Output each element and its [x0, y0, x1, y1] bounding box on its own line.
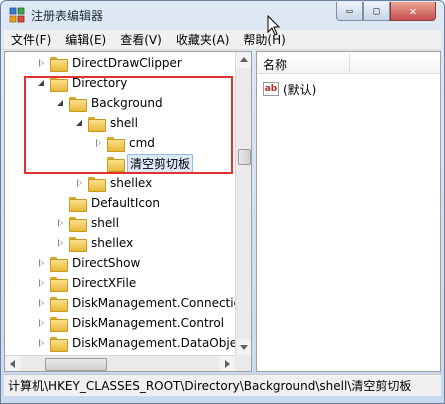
tree-node[interactable]: cmd: [94, 133, 157, 153]
collapsed-arrow-icon[interactable]: [37, 277, 47, 289]
collapsed-arrow-icon[interactable]: [37, 337, 47, 349]
tree-node-label: DirectDrawClipper: [72, 56, 182, 70]
list-header: 名称: [257, 52, 440, 74]
tree-node[interactable]: shell: [75, 113, 140, 133]
scroll-right-icon[interactable]: [219, 356, 235, 371]
tree-node[interactable]: DefaultIcon: [56, 193, 162, 213]
menu-bar: 文件(F) 编辑(E) 查看(V) 收藏夹(A) 帮助(H): [4, 30, 441, 50]
registry-tree-pane[interactable]: DirectDrawClipper Directory Background shel…: [4, 51, 252, 372]
folder-icon: [69, 216, 87, 232]
tree-horizontal-scrollbar[interactable]: [5, 355, 235, 371]
minimize-icon: ▭: [346, 5, 353, 17]
folder-icon: [50, 76, 68, 92]
maximize-icon: □: [373, 5, 380, 17]
tree-node-label: shellex: [91, 236, 134, 250]
folder-icon: [69, 236, 87, 252]
tree-node[interactable]: shellex: [75, 173, 154, 193]
tree-node[interactable]: DirectDrawClipper: [37, 53, 184, 73]
column-separator[interactable]: [349, 54, 350, 72]
tree-node-label: DefaultIcon: [91, 196, 160, 210]
folder-icon: [50, 316, 68, 332]
folder-icon: [50, 56, 68, 72]
mouse-cursor-icon: [267, 15, 281, 36]
close-icon: ✕: [409, 4, 417, 18]
tree-node-label: DiskManagement.DataObject: [72, 336, 249, 350]
tree-node-label: shellex: [110, 176, 153, 190]
expanded-arrow-icon[interactable]: [37, 77, 47, 89]
tree-node-label: DirectShow: [72, 256, 141, 270]
expanded-arrow-icon[interactable]: [75, 117, 85, 129]
tree-node-label: DiskManagement.Connection: [72, 296, 249, 310]
tree-node-label: Background: [91, 96, 163, 110]
vertical-scroll-thumb[interactable]: [238, 149, 251, 165]
menu-favorites[interactable]: 收藏夹(A): [169, 30, 237, 50]
folder-icon: [50, 336, 68, 352]
collapsed-arrow-icon[interactable]: [56, 237, 66, 249]
tree-node[interactable]: DiskManagement.Connection: [37, 293, 251, 313]
tree-node[interactable]: DirectShow: [37, 253, 142, 273]
menu-edit[interactable]: 编辑(E): [58, 30, 113, 50]
collapsed-arrow-icon[interactable]: [37, 257, 47, 269]
tree-node[interactable]: Background: [56, 93, 165, 113]
tree-node[interactable]: DiskManagement.DataObject: [37, 333, 250, 353]
scroll-left-icon[interactable]: [5, 356, 21, 371]
registry-app-icon: [9, 7, 25, 23]
status-path: 计算机\HKEY_CLASSES_ROOT\Directory\Backgrou…: [8, 379, 412, 393]
collapsed-arrow-icon[interactable]: [37, 57, 47, 69]
maximize-button[interactable]: □: [363, 2, 390, 21]
tree-vertical-scrollbar[interactable]: [235, 52, 251, 355]
tree-node-label: Directory: [72, 76, 128, 90]
collapsed-arrow-icon[interactable]: [37, 317, 47, 329]
tree-node-label: 清空剪切板: [127, 153, 194, 173]
close-button[interactable]: ✕: [390, 2, 436, 21]
tree-node-label: shell: [91, 216, 119, 230]
tree-node-label: shell: [110, 116, 138, 130]
scrollbar-corner: [235, 355, 251, 371]
menu-file[interactable]: 文件(F): [4, 30, 58, 50]
folder-icon: [69, 196, 87, 212]
list-item[interactable]: ab (默认): [263, 80, 316, 98]
minimize-button[interactable]: ▭: [336, 2, 363, 21]
value-name: (默认): [283, 82, 317, 97]
tree-node[interactable]: Directory: [37, 73, 129, 93]
tree-node[interactable]: shellex: [56, 233, 135, 253]
tree-node[interactable]: 清空剪切板: [94, 153, 194, 173]
folder-icon: [88, 176, 106, 192]
tree-node-label: DiskManagement.Control: [72, 316, 225, 330]
collapsed-arrow-icon[interactable]: [75, 177, 85, 189]
folder-icon: [107, 156, 125, 172]
expanded-arrow-icon[interactable]: [56, 97, 66, 109]
tree-node-label: cmd: [129, 136, 155, 150]
folder-icon: [69, 96, 87, 112]
menu-help[interactable]: 帮助(H): [236, 30, 292, 50]
tree-node-label: DirectXFile: [72, 276, 137, 290]
blank-spacer: [94, 157, 104, 169]
blank-spacer: [56, 197, 66, 209]
folder-icon: [50, 296, 68, 312]
values-list-pane[interactable]: 名称 ab (默认): [256, 51, 441, 372]
folder-icon: [88, 116, 106, 132]
collapsed-arrow-icon[interactable]: [56, 217, 66, 229]
status-bar: 计算机\HKEY_CLASSES_ROOT\Directory\Backgrou…: [4, 374, 441, 396]
tree-node[interactable]: shell: [56, 213, 121, 233]
collapsed-arrow-icon[interactable]: [37, 297, 47, 309]
folder-icon: [50, 276, 68, 292]
horizontal-scroll-thumb[interactable]: [45, 358, 107, 371]
column-header-name[interactable]: 名称: [263, 56, 287, 73]
tree-node[interactable]: DirectXFile: [37, 273, 138, 293]
scroll-down-icon[interactable]: [236, 339, 251, 355]
folder-icon: [107, 136, 125, 152]
folder-icon: [50, 256, 68, 272]
title-bar[interactable]: 注册表编辑器 ▭ □ ✕: [1, 1, 444, 29]
menu-view[interactable]: 查看(V): [113, 30, 169, 50]
tree-node[interactable]: DiskManagement.Control: [37, 313, 226, 333]
scroll-up-icon[interactable]: [236, 52, 251, 68]
registry-editor-window: 注册表编辑器 ▭ □ ✕ 文件(F) 编辑(E) 查看(V) 收藏夹(A) 帮助…: [0, 0, 445, 404]
collapsed-arrow-icon[interactable]: [94, 137, 104, 149]
string-value-icon: ab: [263, 82, 279, 96]
window-title: 注册表编辑器: [31, 9, 104, 23]
